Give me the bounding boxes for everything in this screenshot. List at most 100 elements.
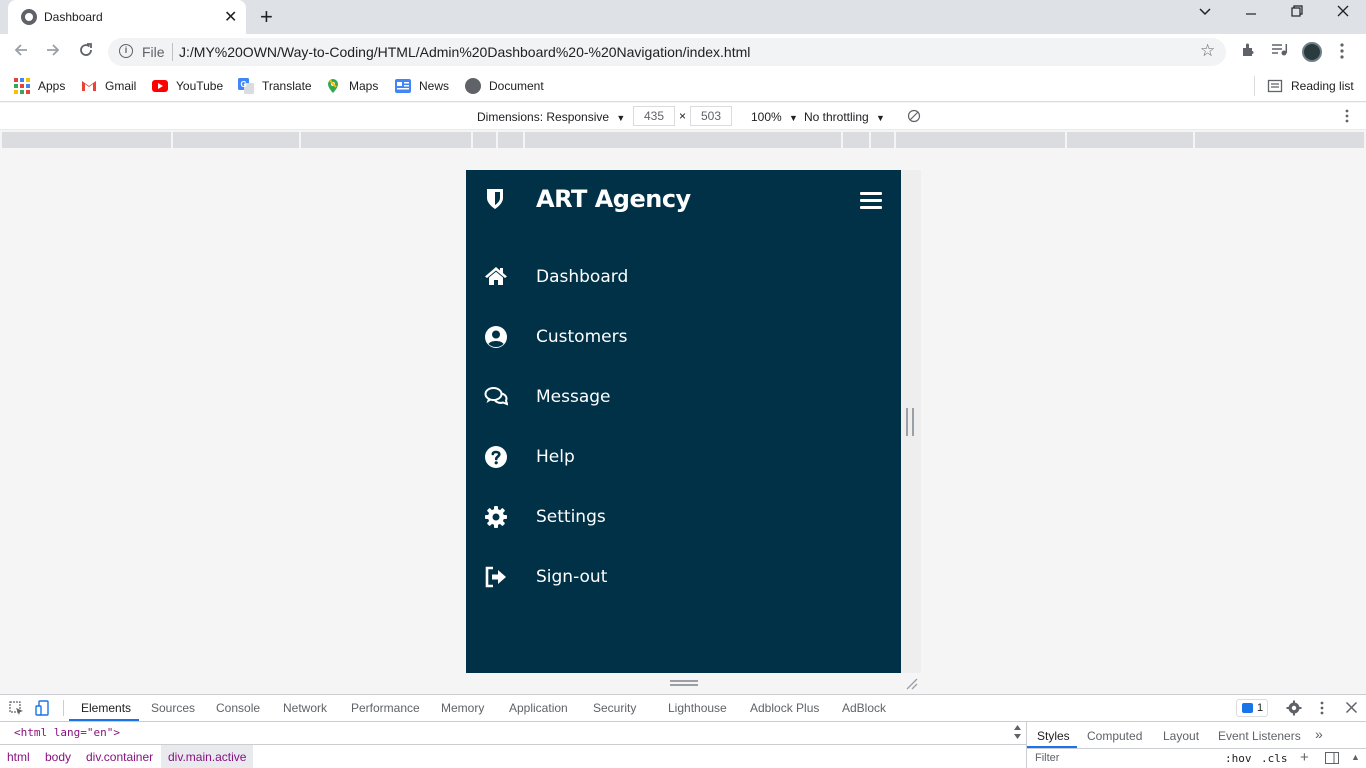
toggle-sidebar-icon[interactable]: [1325, 752, 1339, 767]
url-separator: [172, 43, 173, 61]
devtools-tab-application[interactable]: Application: [509, 701, 568, 715]
expand-icon[interactable]: ▲: [1351, 752, 1360, 762]
address-bar[interactable]: i File J:/MY%20OWN/Way-to-Coding/HTML/Ad…: [108, 38, 1226, 66]
resize-handle-bottom[interactable]: [670, 680, 698, 686]
resize-handle-right[interactable]: [906, 408, 914, 436]
url-text[interactable]: J:/MY%20OWN/Way-to-Coding/HTML/Admin%20D…: [179, 44, 750, 60]
breadcrumb-item[interactable]: div.main.active: [168, 750, 246, 764]
nav-item-customers[interactable]: Customers: [466, 308, 901, 368]
extensions-icon[interactable]: [1240, 42, 1256, 61]
nav-item-help[interactable]: Help: [466, 428, 901, 488]
tab-computed[interactable]: Computed: [1087, 729, 1142, 743]
devtools-tab-adblock-plus[interactable]: Adblock Plus: [750, 701, 819, 715]
breadcrumb-item[interactable]: div.container: [86, 750, 153, 764]
breadcrumb: html body div.container div.main.active: [0, 744, 1026, 768]
tab-event-listeners[interactable]: Event Listeners: [1218, 729, 1301, 743]
browser-tab[interactable]: Dashboard ✕: [8, 0, 246, 34]
nav-label: Customers: [536, 327, 628, 347]
tab-styles[interactable]: Styles: [1037, 729, 1070, 743]
info-icon[interactable]: i: [119, 44, 133, 58]
devtools-tab-performance[interactable]: Performance: [351, 701, 420, 715]
devtools-tab-console[interactable]: Console: [216, 701, 260, 715]
more-options-icon[interactable]: [1345, 109, 1349, 126]
settings-gear-icon[interactable]: [1286, 700, 1302, 719]
dimensions-select[interactable]: Dimensions: Responsive ▼: [477, 110, 625, 124]
breadcrumb-item[interactable]: body: [45, 750, 71, 764]
width-input[interactable]: 435: [633, 106, 675, 126]
media-control-icon[interactable]: [1271, 43, 1289, 60]
devtools-tab-adblock[interactable]: AdBlock: [842, 701, 886, 715]
apps-grid-icon: [14, 78, 30, 94]
brand-title[interactable]: ART Agency: [536, 185, 691, 213]
resize-handle-corner[interactable]: [904, 676, 918, 690]
nav-label: Dashboard: [536, 267, 629, 287]
dom-tree-node[interactable]: <html lang="en">: [14, 726, 120, 739]
issues-badge[interactable]: 1: [1236, 699, 1268, 717]
bookmark-apps[interactable]: Apps: [14, 77, 65, 95]
devtools-panel: Elements Sources Console Network Perform…: [0, 694, 1366, 768]
forward-icon[interactable]: [44, 41, 62, 64]
globe-icon: [21, 9, 37, 25]
restore-button[interactable]: [1290, 4, 1304, 23]
throttling-select[interactable]: No throttling ▼: [804, 110, 885, 124]
devtools-tab-memory[interactable]: Memory: [441, 701, 484, 715]
times-icon: ×: [679, 109, 687, 123]
add-rule-icon[interactable]: +: [1300, 749, 1309, 766]
youtube-icon: [152, 78, 168, 94]
bookmark-news[interactable]: News: [395, 77, 449, 95]
height-input[interactable]: 503: [690, 106, 732, 126]
tab-search-icon[interactable]: [1198, 4, 1212, 23]
bookmark-maps[interactable]: Maps: [325, 77, 378, 95]
divider: [1254, 76, 1255, 96]
new-tab-button[interactable]: +: [260, 4, 273, 30]
zoom-select[interactable]: 100% ▼: [751, 110, 798, 124]
nav-label: Sign-out: [536, 567, 608, 587]
close-tab-icon[interactable]: ✕: [224, 7, 237, 27]
bookmark-document[interactable]: Document: [465, 77, 544, 95]
menu-toggle-icon[interactable]: [860, 192, 882, 210]
close-devtools-icon[interactable]: [1345, 701, 1358, 717]
cls-toggle[interactable]: .cls: [1261, 752, 1288, 765]
bookmark-gmail[interactable]: Gmail: [81, 77, 136, 95]
bookmark-star-icon[interactable]: ☆: [1200, 41, 1215, 61]
nav-item-sign-out[interactable]: Sign-out: [466, 548, 901, 608]
nav-item-dashboard[interactable]: Dashboard: [466, 248, 901, 308]
reload-icon[interactable]: [77, 41, 95, 64]
breadcrumb-item[interactable]: html: [7, 750, 30, 764]
back-icon[interactable]: [12, 41, 30, 64]
reading-list-button[interactable]: Reading list: [1267, 77, 1354, 95]
device-toolbar: Dimensions: Responsive ▼ 435 × 503 100% …: [0, 103, 1366, 130]
media-query-ruler[interactable]: [2, 132, 1364, 148]
devtools-tab-elements[interactable]: Elements: [81, 701, 131, 715]
device-toggle-icon[interactable]: [35, 700, 51, 719]
bookmark-label: YouTube: [176, 79, 224, 93]
nav-item-message[interactable]: Message: [466, 368, 901, 428]
rotate-icon[interactable]: [907, 109, 921, 126]
filter-input[interactable]: Filter: [1035, 752, 1059, 764]
bookmark-label: Translate: [262, 79, 312, 93]
user-circle-icon: [484, 325, 508, 349]
devtools-tab-security[interactable]: Security: [593, 701, 636, 715]
more-tabs-icon[interactable]: »: [1315, 726, 1323, 742]
tab-layout[interactable]: Layout: [1163, 729, 1199, 743]
devtools-tab-network[interactable]: Network: [283, 701, 327, 715]
devtools-tab-sources[interactable]: Sources: [151, 701, 195, 715]
gear-icon: [484, 505, 508, 529]
bookmark-youtube[interactable]: YouTube: [152, 77, 223, 95]
close-window-button[interactable]: [1336, 4, 1350, 23]
sign-out-icon: [484, 565, 508, 589]
devtools-tab-lighthouse[interactable]: Lighthouse: [668, 701, 727, 715]
bookmark-translate[interactable]: G Translate: [238, 77, 312, 95]
nav-label: Settings: [536, 507, 606, 527]
hov-toggle[interactable]: :hov: [1225, 752, 1252, 765]
minimize-button[interactable]: [1244, 4, 1258, 23]
nav-item-settings[interactable]: Settings: [466, 488, 901, 548]
profile-avatar[interactable]: [1302, 42, 1322, 62]
bookmark-label: Gmail: [105, 79, 137, 93]
dropdown-arrow-icon: ▼: [876, 113, 885, 123]
bookmarks-bar: Apps Gmail YouTube G Translate Maps News…: [0, 70, 1366, 102]
scrollbar-arrows[interactable]: [1013, 723, 1022, 744]
devtools-menu-icon[interactable]: [1320, 701, 1324, 718]
browser-menu-icon[interactable]: [1340, 43, 1344, 62]
inspect-element-icon[interactable]: [9, 701, 24, 719]
